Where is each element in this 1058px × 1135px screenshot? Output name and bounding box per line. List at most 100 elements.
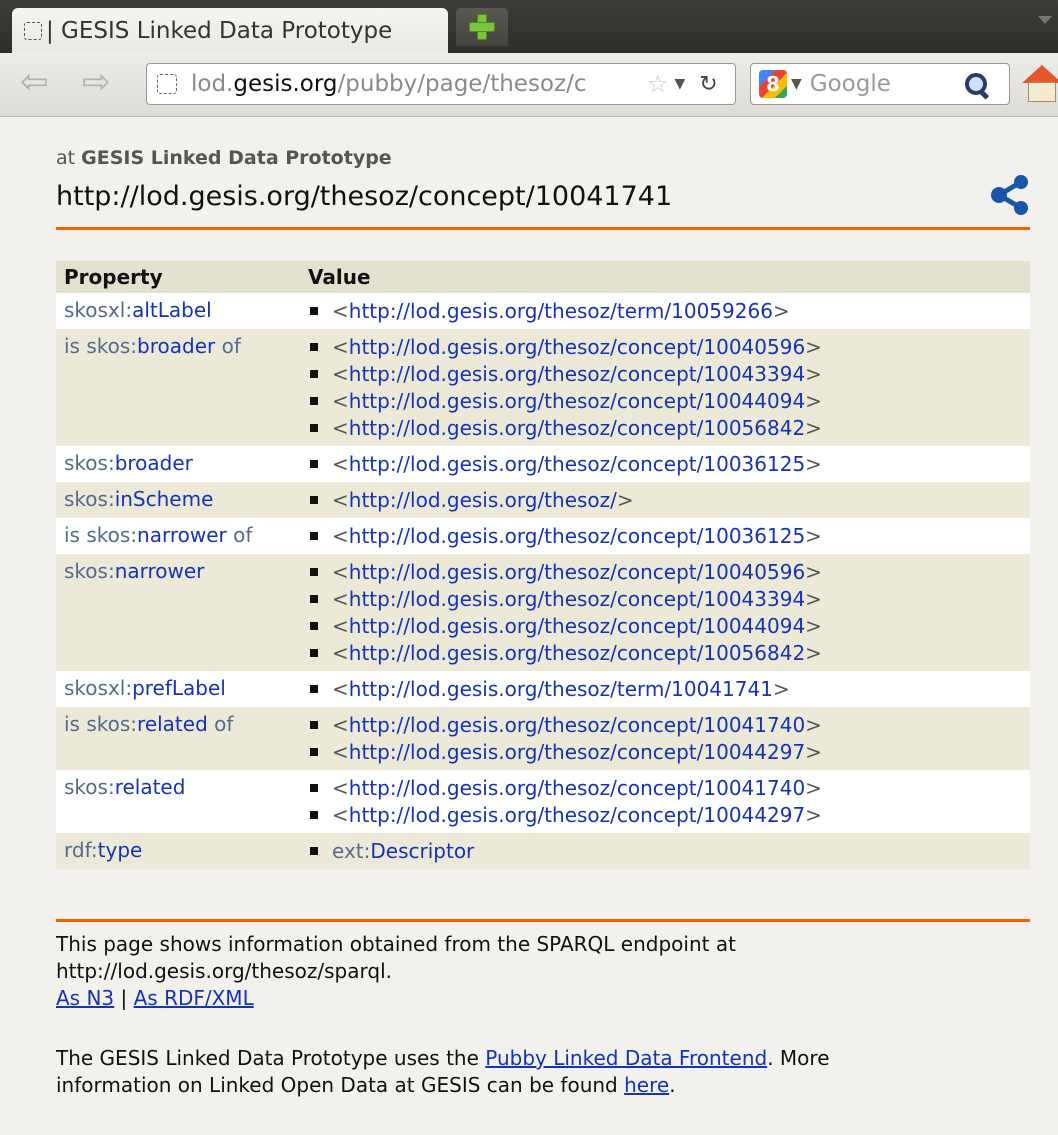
table-row: rdf:type ext: Descriptor: [56, 833, 1030, 869]
uri-link[interactable]: http://lod.gesis.org/thesoz/concept/1004…: [349, 713, 805, 737]
value-cell: < http://lod.gesis.org/thesoz/concept/100…: [308, 707, 1030, 770]
tab-list-chevron-down-icon[interactable]: [1038, 16, 1052, 24]
property-namespace[interactable]: skos:: [86, 712, 137, 736]
back-arrow-icon[interactable]: ⇦: [20, 65, 49, 99]
bullet-icon: [310, 783, 318, 792]
property-namespace[interactable]: skos:: [64, 451, 115, 475]
tab-bar: | GESIS Linked Data Prototype: [0, 0, 1058, 53]
here-link[interactable]: here: [624, 1073, 669, 1097]
url-bar[interactable]: lod.gesis.org/pubby/page/thesoz/c ☆ ▼ ↻: [146, 63, 736, 105]
property-namespace[interactable]: rdf:: [64, 838, 98, 862]
header-divider: [56, 227, 1030, 230]
site-identity-icon[interactable]: [157, 74, 177, 94]
uri-link[interactable]: http://lod.gesis.org/thesoz/: [349, 488, 617, 512]
property-link[interactable]: inScheme: [115, 487, 214, 511]
uri-link[interactable]: http://lod.gesis.org/thesoz/concept/1004…: [349, 362, 805, 386]
value-cell: < http://lod.gesis.org/thesoz/concept/100…: [308, 770, 1030, 833]
uri-link[interactable]: http://lod.gesis.org/thesoz/concept/1005…: [349, 416, 805, 440]
property-link[interactable]: narrower: [137, 523, 227, 547]
bullet-icon: [310, 648, 318, 657]
uri-link[interactable]: http://lod.gesis.org/thesoz/term/1004174…: [349, 677, 773, 701]
uri-link[interactable]: http://lod.gesis.org/thesoz/concept/1003…: [349, 452, 805, 476]
table-row: is skos:narrower of < http://lod.gesis.org…: [56, 518, 1030, 554]
uri-link[interactable]: http://lod.gesis.org/thesoz/concept/1003…: [349, 524, 805, 548]
property-cell: skosxl:altLabel: [56, 293, 308, 329]
as-n3-link[interactable]: As N3: [56, 986, 114, 1010]
property-namespace[interactable]: skos:: [86, 523, 137, 547]
property-namespace[interactable]: skosxl:: [64, 676, 132, 700]
plus-icon: [469, 14, 495, 40]
search-icon[interactable]: [964, 72, 988, 96]
reload-icon[interactable]: ↻: [699, 72, 717, 97]
value-cell: < http://lod.gesis.org/thesoz/concept/100…: [308, 329, 1030, 446]
uri-link[interactable]: http://lod.gesis.org/thesoz/concept/1004…: [349, 803, 805, 827]
bullet-icon: [310, 459, 318, 468]
property-cell: is skos:broader of: [56, 329, 308, 446]
table-row: skos:related < http://lod.gesis.org/thesoz…: [56, 770, 1030, 833]
bullet-icon: [310, 531, 318, 540]
as-rdfxml-link[interactable]: As RDF/XML: [134, 986, 254, 1010]
property-namespace[interactable]: skos:: [64, 775, 115, 799]
page-favicon-icon: [24, 21, 42, 40]
property-namespace[interactable]: skos:: [64, 559, 115, 583]
property-link[interactable]: prefLabel: [132, 676, 226, 700]
value-namespace[interactable]: ext:: [332, 839, 370, 863]
property-link[interactable]: broader: [115, 451, 193, 475]
property-namespace[interactable]: skos:: [86, 334, 137, 358]
url-text[interactable]: lod.gesis.org/pubby/page/thesoz/c: [191, 71, 641, 97]
uri-link[interactable]: http://lod.gesis.org/thesoz/concept/1004…: [349, 587, 805, 611]
rdf-share-icon[interactable]: [990, 175, 1032, 215]
search-bar[interactable]: 8 ▼ Google: [750, 63, 1010, 105]
uri-link[interactable]: http://lod.gesis.org/thesoz/concept/1004…: [349, 740, 805, 764]
property-link[interactable]: altLabel: [132, 298, 212, 322]
navigation-toolbar: ⇦ ⇨ lod.gesis.org/pubby/page/thesoz/c ☆ …: [0, 53, 1058, 117]
bullet-icon: [310, 342, 318, 351]
google-logo-icon[interactable]: 8: [759, 70, 787, 98]
bullet-icon: [310, 396, 318, 405]
site-context: at GESIS Linked Data Prototype: [56, 147, 392, 169]
new-tab-button[interactable]: [456, 8, 508, 46]
value-item: < http://lod.gesis.org/thesoz/>: [308, 486, 1030, 513]
uri-link[interactable]: http://lod.gesis.org/thesoz/concept/1005…: [349, 641, 805, 665]
url-history-chevron-down-icon[interactable]: ▼: [675, 76, 686, 92]
property-cell: rdf:type: [56, 833, 308, 869]
uri-link[interactable]: http://lod.gesis.org/thesoz/concept/1004…: [349, 335, 805, 359]
property-link[interactable]: related: [137, 712, 208, 736]
forward-arrow-icon[interactable]: ⇨: [82, 65, 111, 99]
table-row: skos:narrower < http://lod.gesis.org/theso…: [56, 554, 1030, 671]
value-item: < http://lod.gesis.org/thesoz/concept/100…: [308, 738, 1030, 765]
bookmark-star-icon[interactable]: ☆: [647, 70, 669, 98]
uri-link[interactable]: http://lod.gesis.org/thesoz/concept/1004…: [349, 776, 805, 800]
property-link[interactable]: broader: [137, 334, 215, 358]
home-icon[interactable]: [1022, 65, 1058, 105]
property-link[interactable]: type: [98, 838, 143, 862]
bullet-icon: [310, 594, 318, 603]
search-engine-chevron-down-icon[interactable]: ▼: [791, 76, 802, 92]
uri-link[interactable]: http://lod.gesis.org/thesoz/term/1005926…: [349, 299, 773, 323]
uri-link[interactable]: http://lod.gesis.org/thesoz/concept/1004…: [349, 614, 805, 638]
value-item: < http://lod.gesis.org/thesoz/concept/100…: [308, 774, 1030, 801]
uri-link[interactable]: http://lod.gesis.org/thesoz/concept/1004…: [349, 389, 805, 413]
table-row: skos:broader < http://lod.gesis.org/thesoz…: [56, 446, 1030, 482]
value-item: < http://lod.gesis.org/thesoz/concept/100…: [308, 360, 1030, 387]
property-table: Property Value skosxl:altLabel < http://lo…: [56, 261, 1030, 869]
property-namespace[interactable]: skosxl:: [64, 298, 132, 322]
uri-link[interactable]: http://lod.gesis.org/thesoz/concept/1004…: [349, 560, 805, 584]
property-inverse-suffix: of: [226, 523, 253, 547]
browser-tab[interactable]: | GESIS Linked Data Prototype: [12, 8, 448, 53]
property-cell: skos:narrower: [56, 554, 308, 671]
value-item: < http://lod.gesis.org/thesoz/concept/100…: [308, 711, 1030, 738]
bullet-icon: [310, 621, 318, 630]
value-item: < http://lod.gesis.org/thesoz/concept/100…: [308, 585, 1030, 612]
value-link[interactable]: Descriptor: [370, 839, 474, 863]
property-cell: is skos:narrower of: [56, 518, 308, 554]
value-item: < http://lod.gesis.org/thesoz/concept/100…: [308, 801, 1030, 828]
property-link[interactable]: related: [115, 775, 186, 799]
value-item: < http://lod.gesis.org/thesoz/concept/100…: [308, 414, 1030, 441]
pubby-link[interactable]: Pubby Linked Data Frontend: [485, 1046, 767, 1070]
property-link[interactable]: narrower: [115, 559, 205, 583]
value-cell: < http://lod.gesis.org/thesoz/concept/100…: [308, 446, 1030, 482]
search-input[interactable]: Google: [810, 71, 960, 97]
property-namespace[interactable]: skos:: [64, 487, 115, 511]
value-cell: < http://lod.gesis.org/thesoz/>: [308, 482, 1030, 518]
